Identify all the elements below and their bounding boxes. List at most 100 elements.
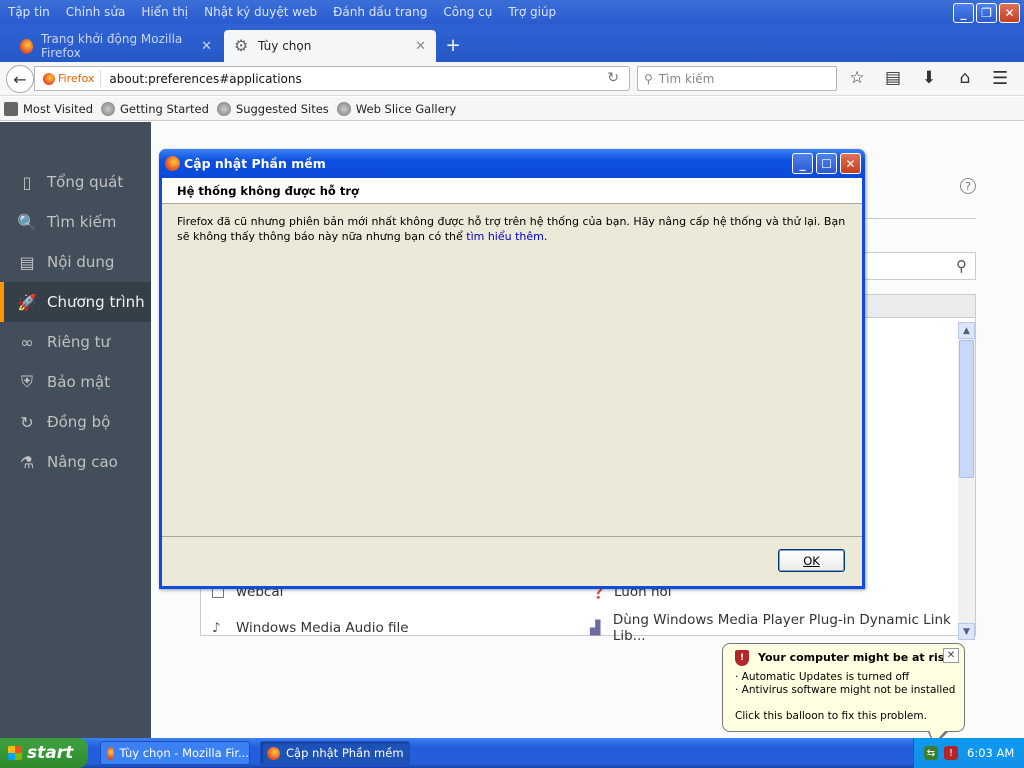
taskbar-item-update[interactable]: Cập nhật Phần mềm [260,741,410,765]
back-button[interactable]: ← [6,65,34,93]
balloon-line: · Antivirus software might not be instal… [735,684,956,696]
task-label: Tùy chọn - Mozilla Fir... [119,746,250,760]
content-icon: ▤ [19,252,35,272]
start-button[interactable]: start [0,738,88,768]
security-alert-icon[interactable]: ! [944,746,958,760]
tab-label: Trang khởi động Mozilla Firefox [41,32,183,60]
security-icon: ⛨ [20,372,33,391]
scroll-thumb[interactable] [959,340,974,478]
magnifier-icon: ⚲ [956,257,967,275]
close-window-button[interactable]: ✕ [999,3,1020,23]
tab-strip: Trang khởi động Mozilla Firefox ✕ ⚙ Tùy … [0,24,1024,62]
plugin-icon: ▟ [590,620,601,636]
network-icon[interactable]: ⇆ [924,746,938,760]
home-icon[interactable]: ⌂ [954,68,976,88]
identity-label: Firefox [58,72,95,85]
start-label: start [27,743,74,763]
taskbar-item-firefox[interactable]: Tùy chọn - Mozilla Fir... [100,741,250,765]
new-tab-button[interactable]: + [442,34,464,56]
preferences-sidebar: ▯ Tổng quát 🔍 Tìm kiếm ▤ Nội dung 🚀 Chươ… [0,122,151,738]
menu-file[interactable]: Tập tin [8,5,50,19]
reload-icon[interactable]: ↻ [607,70,619,86]
restore-button[interactable]: ❐ [976,3,997,23]
update-dialog: Cập nhật Phần mềm _ ☐ ✕ Hệ thống không đ… [159,149,865,589]
bookmark-most-visited[interactable]: Most Visited [4,101,93,116]
sidebar-item-search[interactable]: 🔍 Tìm kiếm [0,202,151,242]
dialog-titlebar[interactable]: Cập nhật Phần mềm _ ☐ ✕ [159,149,865,178]
window-controls: _ ❐ ✕ [953,3,1020,23]
windows-logo-icon [8,746,22,760]
menu-view[interactable]: Hiển thị [141,5,188,19]
dialog-heading: Hệ thống không được hỗ trợ [162,178,862,204]
action-cell[interactable]: ▟ Dùng Windows Media Player Plug-in Dyna… [590,612,960,644]
audio-file-icon: ♪ [212,620,221,636]
dialog-close-button[interactable]: ✕ [840,153,861,174]
url-bar[interactable]: Firefox about:preferences#applications ↻ [34,66,630,91]
advanced-wizard-icon: ⚗ [19,452,35,472]
sidebar-item-label: Bảo mật [47,373,111,391]
message-end: . [543,230,548,243]
bookmark-web-slice-gallery[interactable]: Web Slice Gallery [336,101,456,116]
minimize-button[interactable]: _ [953,3,974,23]
url-text[interactable]: about:preferences#applications [109,72,301,86]
identity-box[interactable]: Firefox [35,70,102,87]
security-balloon[interactable]: ! Your computer might be at risk ✕ · Aut… [722,643,965,746]
clock: 6:03 AM [967,746,1015,760]
sidebar-item-applications[interactable]: 🚀 Chương trình [0,282,151,322]
tab-preferences[interactable]: ⚙ Tùy chọn ✕ [224,30,436,62]
menu-edit[interactable]: Chỉnh sửa [66,5,126,19]
hamburger-menu-icon[interactable]: ☰ [992,68,1008,89]
menu-history[interactable]: Nhật ký duyệt web [204,5,317,19]
sidebar-item-label: Tổng quát [47,173,124,191]
bookmark-star-icon[interactable]: ☆ [846,68,868,88]
dialog-minimize-button[interactable]: _ [792,153,813,174]
content-type-filter-input[interactable]: ⚲ [860,252,976,280]
bookmarks-menu-icon[interactable]: ▤ [882,68,904,88]
sync-icon: ↻ [20,412,34,432]
tab-firefox-start[interactable]: Trang khởi động Mozilla Firefox ✕ [10,30,222,62]
privacy-mask-icon: ∞ [20,332,34,352]
balloon-footer: Click this balloon to fix this problem. [735,710,927,722]
help-icon[interactable]: ? [960,178,976,194]
search-input[interactable]: ⚲ Tìm kiếm [637,66,837,91]
downloads-icon[interactable]: ⬇ [918,68,940,88]
tab-close-icon[interactable]: ✕ [201,39,212,54]
sidebar-item-general[interactable]: ▯ Tổng quát [0,162,151,202]
menu-help[interactable]: Trợ giúp [508,5,556,19]
firefox-icon [165,156,180,171]
bookmark-suggested-sites[interactable]: Suggested Sites [216,101,329,116]
scroll-up-icon[interactable]: ▲ [958,322,975,339]
tab-close-icon[interactable]: ✕ [415,39,426,54]
dialog-title: Cập nhật Phần mềm [184,156,326,171]
bookmark-getting-started[interactable]: Getting Started [101,101,209,116]
gear-icon: ⚙ [234,36,249,55]
sidebar-item-label: Nâng cao [47,453,118,471]
list-scrollbar[interactable]: ▲ ▼ [958,322,975,640]
menu-tools[interactable]: Công cụ [443,5,492,19]
balloon-close-button[interactable]: ✕ [943,648,959,663]
bookmark-label: Most Visited [23,101,93,116]
ok-label: OK [803,553,820,568]
sidebar-item-advanced[interactable]: ⚗ Nâng cao [0,442,151,482]
menu-bookmarks[interactable]: Đánh dấu trang [333,5,427,19]
table-row[interactable]: ♪ Windows Media Audio file ▟ Dùng Window… [200,612,960,644]
sidebar-item-content[interactable]: ▤ Nội dung [0,242,151,282]
globe-icon [101,101,115,116]
dialog-body: Hệ thống không được hỗ trợ Firefox đã cũ… [162,178,862,586]
sidebar-item-label: Đồng bộ [47,413,111,431]
scroll-down-icon[interactable]: ▼ [958,623,975,640]
sidebar-item-privacy[interactable]: ∞ Riêng tư [0,322,151,362]
folder-icon [4,101,18,116]
back-arrow-icon: ← [13,69,27,89]
security-shield-icon: ! [735,650,749,666]
navigation-toolbar: ← Firefox about:preferences#applications… [0,62,1024,96]
sidebar-item-label: Chương trình [47,293,145,311]
search-placeholder: Tìm kiếm [658,71,715,86]
dialog-maximize-button[interactable]: ☐ [816,153,837,174]
balloon-line: · Automatic Updates is turned off [735,671,910,683]
search-icon: 🔍 [17,212,37,232]
ok-button[interactable]: OK [778,549,845,572]
sidebar-item-sync[interactable]: ↻ Đồng bộ [0,402,151,442]
sidebar-item-security[interactable]: ⛨ Bảo mật [0,362,151,402]
learn-more-link[interactable]: tìm hiểu thêm [466,230,544,243]
